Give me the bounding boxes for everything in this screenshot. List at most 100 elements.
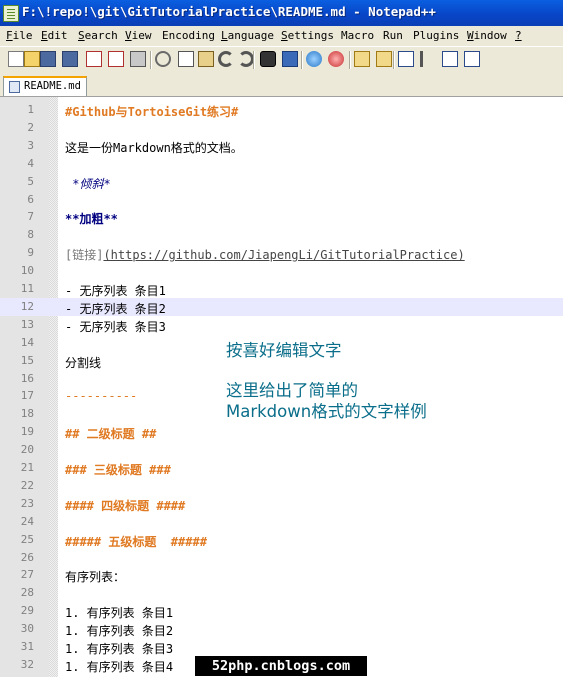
editor-line[interactable]: 29 1. 有序列表 条目1 bbox=[0, 602, 563, 620]
paste-icon[interactable] bbox=[198, 51, 214, 67]
editor-line[interactable]: 26 bbox=[0, 549, 563, 567]
copy-icon[interactable] bbox=[178, 51, 194, 67]
editor-line[interactable]: 20 bbox=[0, 441, 563, 459]
toolbar-separator bbox=[150, 51, 152, 69]
editor-line[interactable]: 3 这是一份Markdown格式的文档。 bbox=[0, 137, 563, 155]
indent-guide-icon[interactable] bbox=[442, 51, 458, 67]
menu-view[interactable]: View bbox=[125, 29, 152, 42]
close-icon[interactable] bbox=[86, 51, 102, 67]
line-text: - 无序列表 条目3 bbox=[65, 318, 166, 335]
editor-line[interactable]: 30 1. 有序列表 条目2 bbox=[0, 620, 563, 638]
markdown-hdr: #### 四级标题 #### bbox=[65, 498, 186, 513]
editor-line[interactable]: 8 bbox=[0, 226, 563, 244]
editor-line[interactable]: 12 - 无序列表 条目2 bbox=[0, 297, 563, 316]
editor-line[interactable]: 25 ##### 五级标题 ##### bbox=[0, 531, 563, 549]
editor-line[interactable]: 28 bbox=[0, 584, 563, 602]
show-all-chars-icon[interactable] bbox=[420, 51, 436, 67]
cut-icon[interactable] bbox=[155, 51, 171, 67]
editor-line[interactable]: 9 [链接](https://github.com/JiapengLi/GitTu… bbox=[0, 244, 563, 262]
close-all-icon[interactable] bbox=[108, 51, 124, 67]
menu-help[interactable]: ? bbox=[515, 29, 522, 42]
line-text: *倾斜* bbox=[65, 175, 110, 192]
menu-settings[interactable]: Settings bbox=[281, 29, 334, 42]
plain-text: 这是一份Markdown格式的文档。 bbox=[65, 140, 243, 155]
tab-label: README.md bbox=[24, 80, 81, 92]
menu-run[interactable]: Run bbox=[383, 29, 403, 42]
line-number: 26 bbox=[20, 550, 34, 564]
save-all-icon[interactable] bbox=[62, 51, 78, 67]
markdown-hdr: ### 三级标题 ### bbox=[65, 463, 171, 477]
editor-line[interactable]: 24 bbox=[0, 513, 563, 531]
editor-line[interactable]: 31 1. 有序列表 条目3 bbox=[0, 638, 563, 656]
window-title: F:\!repo!\git\GitTutorialPractice\README… bbox=[22, 4, 436, 19]
editor-line[interactable]: 13 - 无序列表 条目3 bbox=[0, 316, 563, 334]
menu-edit[interactable]: Edit bbox=[41, 29, 68, 42]
line-text: 这是一份Markdown格式的文档。 bbox=[65, 139, 243, 156]
plain-text: - 无序列表 条目3 bbox=[65, 319, 166, 334]
editor-line[interactable]: 23 #### 四级标题 #### bbox=[0, 495, 563, 513]
plain-text: 1. 有序列表 条目4 bbox=[65, 659, 174, 674]
menu-search[interactable]: Search bbox=[78, 29, 118, 42]
menu-encoding[interactable]: Encoding bbox=[162, 29, 215, 42]
word-wrap-icon[interactable] bbox=[398, 51, 414, 67]
editor-line[interactable]: 2 bbox=[0, 119, 563, 137]
zoom-in-icon[interactable] bbox=[306, 51, 322, 67]
editor-line[interactable]: 6 bbox=[0, 191, 563, 209]
menu-language[interactable]: Language bbox=[221, 29, 274, 42]
editor-line[interactable]: 5 *倾斜* bbox=[0, 173, 563, 191]
open-file-icon[interactable] bbox=[24, 51, 40, 67]
notepad-plus-plus-icon[interactable] bbox=[3, 5, 19, 22]
editor-line[interactable]: 19 ## 二级标题 ## bbox=[0, 423, 563, 441]
editor-line[interactable]: 21 ### 三级标题 ### bbox=[0, 459, 563, 477]
line-number: 20 bbox=[20, 443, 34, 457]
line-number: 17 bbox=[20, 389, 34, 403]
line-text: - 无序列表 条目1 bbox=[65, 282, 166, 299]
tab-readme[interactable]: README.md bbox=[3, 76, 87, 96]
title-bar[interactable]: F:\!repo!\git\GitTutorialPractice\README… bbox=[0, 0, 563, 26]
line-text: [链接](https://github.com/JiapengLi/GitTut… bbox=[65, 246, 465, 263]
toolbar-separator bbox=[393, 51, 395, 69]
editor-line[interactable]: 22 bbox=[0, 477, 563, 495]
document-icon bbox=[9, 81, 20, 93]
line-number: 25 bbox=[20, 532, 34, 546]
menu-window[interactable]: Window bbox=[467, 29, 507, 42]
document-map-icon[interactable] bbox=[464, 51, 480, 67]
plain-text: - 无序列表 条目2 bbox=[65, 301, 166, 316]
sync-vertical-icon[interactable] bbox=[354, 51, 370, 67]
undo-icon[interactable] bbox=[218, 51, 234, 67]
menu-file[interactable]: File bbox=[6, 29, 33, 42]
toolbar-separator bbox=[349, 51, 351, 69]
line-text: #Github与TortoiseGit练习# bbox=[65, 103, 238, 120]
line-text: ## 二级标题 ## bbox=[65, 425, 156, 442]
sync-horizontal-icon[interactable] bbox=[376, 51, 392, 67]
line-number: 8 bbox=[27, 228, 34, 242]
markdown-link: [链接] bbox=[65, 248, 104, 263]
editor-line[interactable]: 4 bbox=[0, 155, 563, 173]
line-number: 18 bbox=[20, 407, 34, 421]
toolbar-separator bbox=[253, 51, 255, 69]
line-number: 22 bbox=[20, 478, 34, 492]
line-number: 6 bbox=[27, 192, 34, 206]
save-icon[interactable] bbox=[40, 51, 56, 67]
link-url[interactable]: (https://github.com/JiapengLi/GitTutoria… bbox=[103, 248, 464, 262]
line-text: 1. 有序列表 条目3 bbox=[65, 640, 173, 657]
zoom-out-icon[interactable] bbox=[328, 51, 344, 67]
find-icon[interactable] bbox=[260, 51, 276, 67]
line-number: 9 bbox=[27, 246, 34, 260]
editor-line[interactable]: 10 bbox=[0, 262, 563, 280]
editor-line[interactable]: 1 #Github与TortoiseGit练习# bbox=[0, 101, 563, 119]
editor-line[interactable]: 27 有序列表： bbox=[0, 566, 563, 584]
line-number: 15 bbox=[20, 353, 34, 367]
menu-plugins[interactable]: Plugins bbox=[413, 29, 459, 42]
editor-line[interactable]: 11 - 无序列表 条目1 bbox=[0, 280, 563, 298]
new-file-icon[interactable] bbox=[8, 51, 24, 67]
print-icon[interactable] bbox=[130, 51, 146, 67]
editor-line[interactable]: 7 **加粗** bbox=[0, 208, 563, 226]
redo-icon[interactable] bbox=[238, 51, 254, 67]
watermark: 52php.cnblogs.com bbox=[195, 656, 367, 676]
menu-bar: File Edit Search View Encoding Language Settin… bbox=[0, 26, 563, 46]
replace-icon[interactable] bbox=[282, 51, 298, 67]
line-number: 2 bbox=[27, 120, 34, 134]
line-number: 23 bbox=[20, 496, 34, 510]
menu-macro[interactable]: Macro bbox=[341, 29, 374, 42]
